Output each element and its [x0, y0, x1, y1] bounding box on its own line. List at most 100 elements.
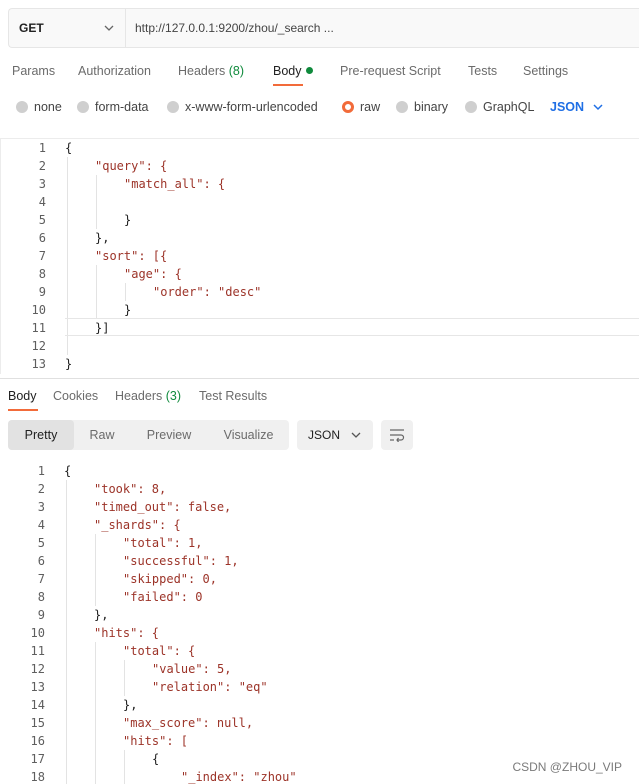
line-number: 9 — [38, 285, 46, 299]
view-mode-group: Pretty Raw Preview Visualize — [8, 420, 289, 450]
tab-headers[interactable]: Headers (8) — [178, 64, 244, 78]
indent-guide — [95, 534, 96, 606]
body-format-label: JSON — [550, 100, 585, 114]
indent-guide — [96, 265, 97, 319]
url-input[interactable]: http://127.0.0.1:9200/zhou/_search ... — [126, 9, 639, 47]
line-number: 14 — [30, 698, 45, 712]
tab-body[interactable]: Body — [273, 64, 313, 78]
radio-binary[interactable]: binary — [396, 100, 448, 114]
active-tab-indicator — [8, 409, 38, 411]
code-line: "total": 1, — [123, 536, 203, 550]
radio-icon — [396, 101, 408, 113]
radio-urlencoded[interactable]: x-www-form-urlencoded — [167, 100, 318, 114]
radio-none[interactable]: none — [16, 100, 62, 114]
request-tabs: Params Authorization Headers (8) Body Pr… — [0, 58, 639, 86]
code-line: "_index": "zhou" — [181, 770, 297, 784]
tab-tests[interactable]: Tests — [468, 64, 497, 78]
view-pretty-button[interactable]: Pretty — [8, 420, 74, 450]
resp-headers-count: (3) — [165, 389, 182, 403]
code-line: "query": { — [95, 159, 168, 173]
view-preview-button[interactable]: Preview — [130, 420, 208, 450]
line-number: 16 — [30, 734, 45, 748]
resp-tab-test-results[interactable]: Test Results — [199, 389, 267, 403]
resp-tab-cookies[interactable]: Cookies — [53, 389, 98, 403]
tab-prerequest-script[interactable]: Pre-request Script — [340, 64, 441, 78]
radio-graphql-label: GraphQL — [483, 100, 535, 114]
line-number: 1 — [37, 464, 45, 478]
line-number: 6 — [37, 554, 45, 568]
indent-guide — [124, 660, 125, 696]
code-line: "match_all": { — [124, 177, 226, 191]
radio-graphql[interactable]: GraphQL — [465, 100, 534, 114]
line-number: 3 — [37, 500, 45, 514]
code-line: }] — [95, 321, 110, 335]
radio-icon — [465, 101, 477, 113]
line-number: 6 — [38, 231, 46, 245]
indent-guide — [66, 480, 67, 784]
line-number: 4 — [38, 195, 46, 209]
line-number: 8 — [38, 267, 46, 281]
code-line: "max_score": null, — [123, 716, 254, 730]
code-line: "hits": { — [94, 626, 160, 640]
code-line: "_shards": { — [94, 518, 181, 532]
line-number: 2 — [37, 482, 45, 496]
wrap-lines-button[interactable] — [381, 420, 413, 450]
code-line: "successful": 1, — [123, 554, 239, 568]
code-line: }, — [95, 231, 110, 245]
code-line: "sort": [{ — [95, 249, 168, 263]
line-number: 4 — [37, 518, 45, 532]
tab-settings[interactable]: Settings — [523, 64, 568, 78]
body-type-selector: none form-data x-www-form-urlencoded raw… — [0, 97, 639, 119]
view-raw-button[interactable]: Raw — [74, 420, 130, 450]
resp-tab-body[interactable]: Body — [8, 389, 37, 403]
request-body-editor[interactable]: 1 2 3 4 5 6 7 8 9 10 11 12 13 { "query":… — [0, 138, 639, 374]
line-number: 10 — [31, 303, 46, 317]
code-line: { — [152, 752, 160, 766]
radio-icon — [77, 101, 89, 113]
code-line: "relation": "eq" — [152, 680, 268, 694]
line-number: 13 — [31, 357, 46, 371]
line-number: 12 — [30, 662, 45, 676]
wrap-lines-icon — [390, 429, 405, 442]
code-line: "order": "desc" — [153, 285, 262, 299]
chevron-down-icon — [351, 432, 361, 438]
radio-binary-label: binary — [414, 100, 449, 114]
url-bar: GET http://127.0.0.1:9200/zhou/_search .… — [8, 8, 639, 48]
code-line: "skipped": 0, — [123, 572, 217, 586]
headers-count: (8) — [228, 64, 245, 78]
line-number: 2 — [38, 159, 46, 173]
code-line: { — [65, 141, 73, 155]
radio-raw[interactable]: raw — [342, 100, 380, 114]
radio-none-label: none — [34, 100, 62, 114]
indent-guide — [124, 750, 125, 784]
line-number: 7 — [37, 572, 45, 586]
line-number: 10 — [30, 626, 45, 640]
code-line: "failed": 0 — [123, 590, 203, 604]
method-select[interactable]: GET — [9, 9, 126, 47]
resp-tab-headers[interactable]: Headers (3) — [115, 389, 181, 403]
radio-icon — [167, 101, 179, 113]
resp-tab-headers-label: Headers — [115, 389, 163, 403]
indent-guide — [96, 175, 97, 229]
body-format-select[interactable]: JSON — [550, 100, 604, 114]
pane-divider[interactable] — [0, 378, 639, 379]
radio-form-data[interactable]: form-data — [77, 100, 149, 114]
tab-body-label: Body — [273, 64, 302, 78]
line-number: 15 — [30, 716, 45, 730]
watermark: CSDN @ZHOU_VIP — [510, 760, 624, 774]
current-line-highlight — [65, 318, 639, 336]
code-line: }, — [123, 698, 138, 712]
view-visualize-button[interactable]: Visualize — [208, 420, 289, 450]
tab-params[interactable]: Params — [12, 64, 55, 78]
chevron-down-icon — [593, 104, 603, 111]
response-body-viewer[interactable]: 1 2 3 4 5 6 7 8 9 10 11 12 13 14 15 16 1… — [0, 460, 639, 784]
radio-raw-label: raw — [360, 100, 381, 114]
tab-headers-label: Headers — [178, 64, 226, 78]
line-number: 1 — [38, 141, 46, 155]
code-line: "age": { — [124, 267, 182, 281]
line-number: 11 — [31, 321, 46, 335]
tab-authorization[interactable]: Authorization — [78, 64, 151, 78]
response-format-select[interactable]: JSON — [297, 420, 373, 450]
line-number: 17 — [30, 752, 45, 766]
code-line: "total": { — [123, 644, 196, 658]
